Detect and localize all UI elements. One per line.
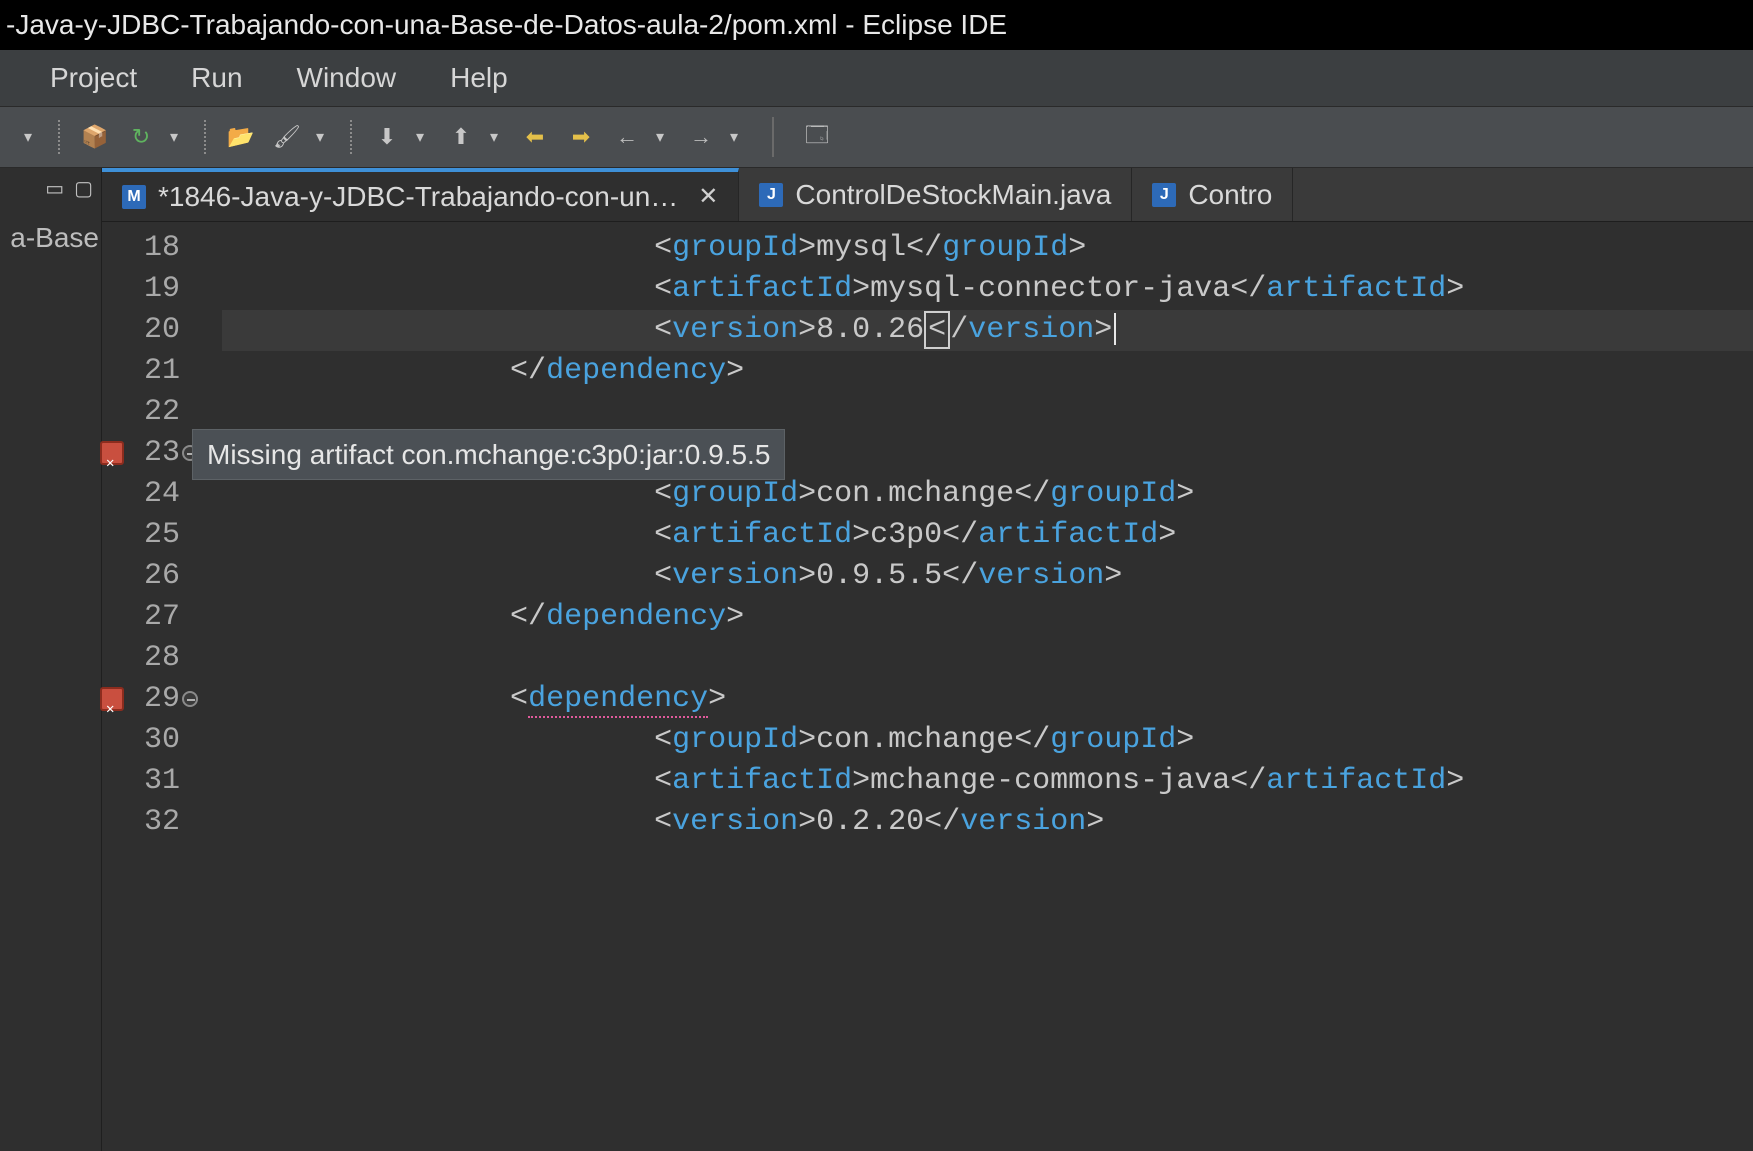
brush-icon[interactable]: 🖌 xyxy=(270,120,304,154)
window-titlebar: -Java-y-JDBC-Trabajando-con-una-Base-de-… xyxy=(0,0,1753,50)
window-new-icon[interactable]: 🗔 xyxy=(800,120,834,154)
menu-project[interactable]: Project xyxy=(50,62,137,94)
tab-label: *1846-Java-y-JDBC-Trabajando-con-un… xyxy=(158,181,678,213)
window-title: -Java-y-JDBC-Trabajando-con-una-Base-de-… xyxy=(6,9,1007,41)
dropdown-icon[interactable]: ▾ xyxy=(730,127,746,147)
line-number: 31 xyxy=(102,761,180,802)
fwd-yel-icon[interactable]: ➡ xyxy=(564,120,598,154)
toolbar: ▾ 📦 ↻ ▾ 📂 🖌 ▾ ⬇ ▾ ⬆ ▾ ⬅ ➡ ← ▾ → ▾ 🗔 xyxy=(0,106,1753,168)
refresh-icon[interactable]: ↻ xyxy=(124,120,158,154)
line-number: 23 xyxy=(102,433,180,474)
dropdown-icon[interactable]: ▾ xyxy=(490,127,506,147)
line-number: 21 xyxy=(102,351,180,392)
fwd-icon[interactable]: → xyxy=(684,120,718,154)
step-up-icon[interactable]: ⬆ xyxy=(444,120,478,154)
menu-help[interactable]: Help xyxy=(450,62,508,94)
menu-run[interactable]: Run xyxy=(191,62,242,94)
new-package-icon[interactable]: 📦 xyxy=(78,120,112,154)
code-line[interactable]: <groupId>con.mchange</groupId> xyxy=(222,474,1753,515)
editor-tab-0[interactable]: M *1846-Java-y-JDBC-Trabajando-con-un… ✕ xyxy=(102,168,739,221)
maximize-view-icon[interactable]: ▢ xyxy=(74,176,93,210)
dropdown-icon[interactable]: ▾ xyxy=(24,127,40,147)
dropdown-icon[interactable]: ▾ xyxy=(416,127,432,147)
open-icon[interactable]: 📂 xyxy=(224,120,258,154)
code-line[interactable]: <artifactId>mysql-connector-java</artifa… xyxy=(222,269,1753,310)
file-type-icon: J xyxy=(1152,183,1176,207)
code-line[interactable]: <version>0.9.5.5</version> xyxy=(222,556,1753,597)
code-line[interactable]: <dependency> xyxy=(222,679,1753,720)
dropdown-icon[interactable]: ▾ xyxy=(316,127,332,147)
tab-label: ControlDeStockMain.java xyxy=(795,179,1111,211)
line-number: 20 xyxy=(102,310,180,351)
code-line[interactable] xyxy=(222,638,1753,679)
code-line[interactable]: </dependency> xyxy=(222,597,1753,638)
line-number: 32 xyxy=(102,802,180,843)
error-marker-icon[interactable] xyxy=(100,687,124,711)
line-number: 29 xyxy=(102,679,180,720)
code-line[interactable]: <version>0.2.20</version> xyxy=(222,802,1753,843)
code-line[interactable]: <artifactId>mchange-commons-java</artifa… xyxy=(222,761,1753,802)
sidebar: ▭ ▢ a-Base xyxy=(0,168,102,1151)
close-tab-icon[interactable]: ✕ xyxy=(698,182,718,211)
line-number: 28 xyxy=(102,638,180,679)
line-number: 22 xyxy=(102,392,180,433)
line-number: 30 xyxy=(102,720,180,761)
code-content[interactable]: <groupId>mysql</groupId> <artifactId>mys… xyxy=(192,222,1753,1151)
code-line[interactable]: <groupId>mysql</groupId> xyxy=(222,228,1753,269)
line-number: 18 xyxy=(102,228,180,269)
code-line[interactable]: <groupId>con.mchange</groupId> xyxy=(222,720,1753,761)
code-line[interactable]: <artifactId>c3p0</artifactId> xyxy=(222,515,1753,556)
dropdown-icon[interactable]: ▾ xyxy=(170,127,186,147)
line-number: 25 xyxy=(102,515,180,556)
editor-tabs: M*1846-Java-y-JDBC-Trabajando-con-un…✕JC… xyxy=(102,168,1753,222)
editor-area: M*1846-Java-y-JDBC-Trabajando-con-un…✕JC… xyxy=(102,168,1753,1151)
error-marker-icon[interactable] xyxy=(100,441,124,465)
minimize-view-icon[interactable]: ▭ xyxy=(45,176,64,210)
line-number: 24 xyxy=(102,474,180,515)
error-tooltip: Missing artifact con.mchange:c3p0:jar:0.… xyxy=(192,429,785,480)
editor-tab-2[interactable]: J Contro xyxy=(1132,168,1293,221)
dropdown-icon[interactable]: ▾ xyxy=(656,127,672,147)
tab-label: Contro xyxy=(1188,179,1272,211)
line-number: 26 xyxy=(102,556,180,597)
menubar: Project Run Window Help xyxy=(0,50,1753,106)
line-number: 19 xyxy=(102,269,180,310)
editor-tab-1[interactable]: J ControlDeStockMain.java xyxy=(739,168,1132,221)
code-line[interactable]: <version>8.0.26</version> xyxy=(222,310,1753,351)
back-yel-icon[interactable]: ⬅ xyxy=(518,120,552,154)
code-editor[interactable]: 181920212223242526272829303132 <groupId>… xyxy=(102,222,1753,1151)
back-icon[interactable]: ← xyxy=(610,120,644,154)
menu-window[interactable]: Window xyxy=(297,62,397,94)
code-line[interactable] xyxy=(222,392,1753,433)
line-gutter: 181920212223242526272829303132 xyxy=(102,222,192,1151)
line-number: 27 xyxy=(102,597,180,638)
file-type-icon: M xyxy=(122,185,146,209)
tree-node-peek[interactable]: a-Base xyxy=(0,210,101,254)
file-type-icon: J xyxy=(759,183,783,207)
code-line[interactable]: </dependency> xyxy=(222,351,1753,392)
step-down-icon[interactable]: ⬇ xyxy=(370,120,404,154)
